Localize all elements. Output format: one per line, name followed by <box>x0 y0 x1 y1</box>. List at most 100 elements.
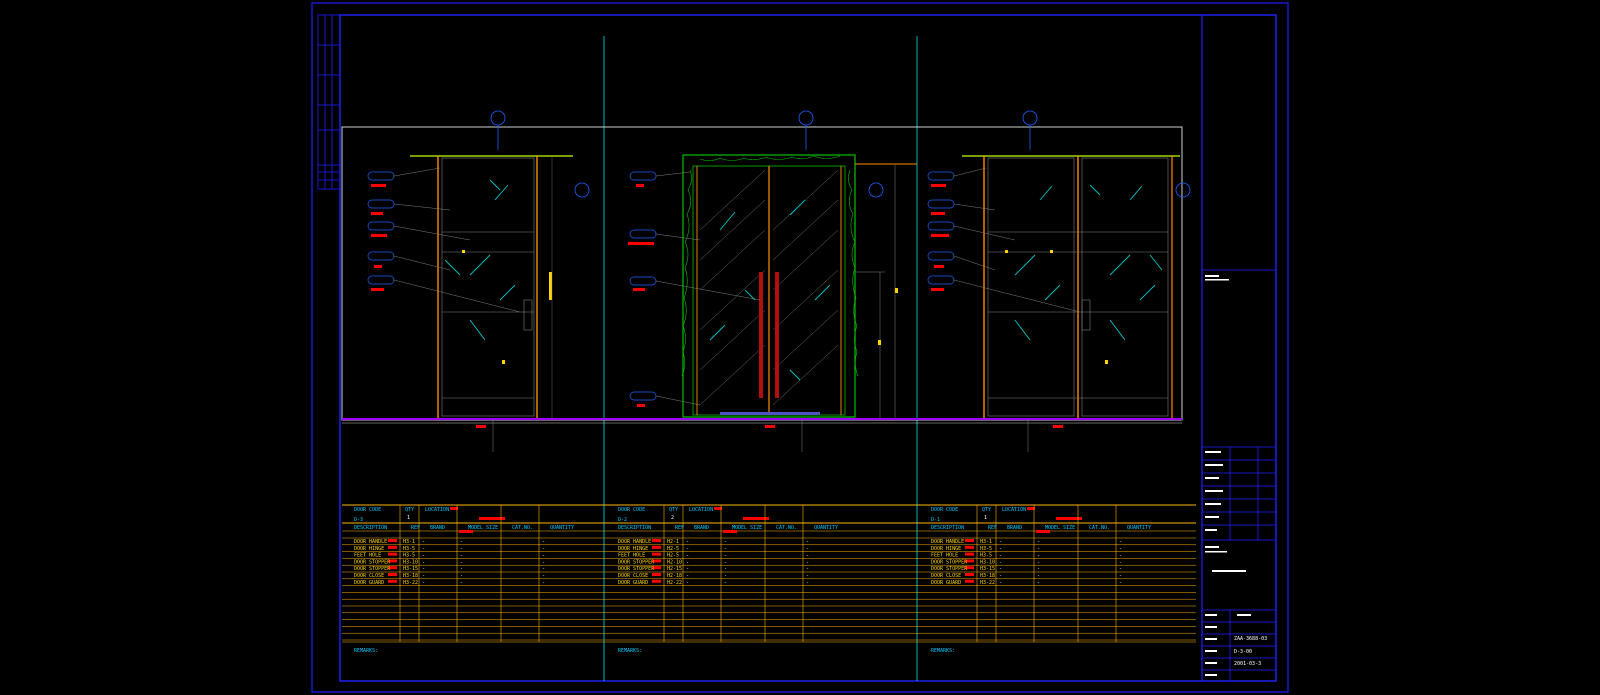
table-cell: - <box>806 573 809 579</box>
table-cell: - <box>460 566 463 572</box>
row-redline <box>652 539 661 542</box>
table-cell: - <box>1119 553 1122 559</box>
qty-label: QTY <box>669 507 678 513</box>
table-cell: DOOR STOPPER <box>354 566 391 572</box>
table-cell: - <box>1119 573 1122 579</box>
table-cell: - <box>686 580 689 586</box>
table-cell: H3-22 <box>403 580 418 586</box>
table-cell: DOOR HANDLE <box>931 539 964 545</box>
door-d3-callouts <box>367 167 521 428</box>
table-cell: - <box>686 546 689 552</box>
cad-drawing-sheet: ZAA-3688-03 D-3-00 2001-03-3 DOOR CODED-… <box>311 2 1289 693</box>
door-d1-callouts <box>927 167 1081 428</box>
table-cell: - <box>422 539 425 545</box>
table-cell: - <box>460 573 463 579</box>
table-cell: H3-5 <box>980 553 992 559</box>
door-code-value: D-2 <box>618 517 627 523</box>
table-cell: H2-5 <box>667 553 679 559</box>
table-cell: DOOR STOPPER <box>931 559 968 565</box>
table-cell: - <box>1037 580 1040 586</box>
qty-value: 2 <box>671 515 674 521</box>
table-cell: - <box>806 559 809 565</box>
table-cell: - <box>806 546 809 552</box>
table-cell: - <box>542 553 545 559</box>
table-cell: DOOR STOPPER <box>931 566 968 572</box>
table-cell: - <box>999 580 1002 586</box>
column-header: CAT.NO. <box>1089 525 1110 531</box>
table-cell: H3-5 <box>980 546 992 552</box>
table-cell: DOOR STOPPER <box>618 566 655 572</box>
door-d1-elevation <box>962 155 1180 452</box>
table-cell: DOOR CLOSE <box>618 573 648 579</box>
table-cell: DOOR HANDLE <box>618 539 651 545</box>
row-redline <box>388 539 397 542</box>
table-cell: - <box>1037 553 1040 559</box>
door-code-label: DOOR CODE <box>931 507 958 513</box>
table-cell: H2-1 <box>667 539 679 545</box>
table-cell: - <box>686 566 689 572</box>
table-cell: H2-10 <box>667 559 682 565</box>
table-cell: - <box>724 580 727 586</box>
table-cell: - <box>686 553 689 559</box>
table-cell: - <box>1119 539 1122 545</box>
table-cell: H3-15 <box>980 566 995 572</box>
qty-label: QTY <box>982 507 991 513</box>
table-cell: - <box>1119 559 1122 565</box>
row-redline <box>965 545 974 549</box>
table-cell: - <box>542 580 545 586</box>
table-cell: DOOR GUARD <box>354 580 384 586</box>
table-cell: - <box>542 566 545 572</box>
table-cell: - <box>1119 580 1122 586</box>
table-cell: - <box>999 546 1002 552</box>
column-header: QUANTITY <box>814 525 838 531</box>
table-cell: - <box>806 580 809 586</box>
table-cell: - <box>542 573 545 579</box>
column-header: DESCRIPTION <box>931 525 964 531</box>
column-header: BRAND <box>430 525 445 531</box>
hardware-schedule-tables: DOOR CODE D-3 QTY 1 LOCATION DESCRIPTION REF BR… <box>342 504 1196 654</box>
remarks-label: REMARKS: <box>618 648 642 654</box>
row-redline <box>652 552 661 556</box>
table-cell: DOOR STOPPER <box>354 559 391 565</box>
door-code-value: D-1 <box>931 517 940 523</box>
location-label: LOCATION <box>1002 507 1026 513</box>
table-cell: - <box>542 546 545 552</box>
table-cell: FEET HOLE <box>931 553 958 559</box>
column-header: DESCRIPTION <box>354 525 387 531</box>
column-header: BRAND <box>694 525 709 531</box>
table-cell: - <box>686 559 689 565</box>
row-redline <box>652 545 661 549</box>
table-cell: DOOR HINGE <box>618 546 648 552</box>
table-cell: H3-5 <box>403 546 415 552</box>
table-cell: - <box>1037 566 1040 572</box>
table-cell: H3-18 <box>403 573 418 579</box>
row-redline <box>965 552 974 556</box>
table-cell: H2-15 <box>667 566 682 572</box>
table-cell: H2-5 <box>667 546 679 552</box>
table-cell: - <box>1037 559 1040 565</box>
row-redline <box>388 573 397 576</box>
door-d2-elevation <box>681 154 917 452</box>
table-cell: FEET HOLE <box>354 553 381 559</box>
table-cell: DOOR GUARD <box>931 580 961 586</box>
drawing-date: 2001-03-3 <box>1234 661 1261 667</box>
table-cell: - <box>1037 546 1040 552</box>
row-redline <box>965 573 974 576</box>
table-cell: - <box>542 559 545 565</box>
table-cell: - <box>460 539 463 545</box>
row-redline <box>388 545 397 549</box>
table-cell: - <box>724 559 727 565</box>
table-cell: H3-18 <box>980 573 995 579</box>
door-d3-elevation <box>410 155 573 452</box>
table-cell: - <box>1037 539 1040 545</box>
section-bubbles <box>490 110 1191 198</box>
table-cell: - <box>422 553 425 559</box>
remarks-label: REMARKS: <box>354 648 378 654</box>
table-cell: - <box>422 566 425 572</box>
qty-value: 1 <box>984 515 987 521</box>
table-cell: - <box>806 553 809 559</box>
table-cell: H3-5 <box>403 553 415 559</box>
column-header: DESCRIPTION <box>618 525 651 531</box>
column-header: CAT.NO. <box>776 525 797 531</box>
table-cell: DOOR HINGE <box>354 546 384 552</box>
